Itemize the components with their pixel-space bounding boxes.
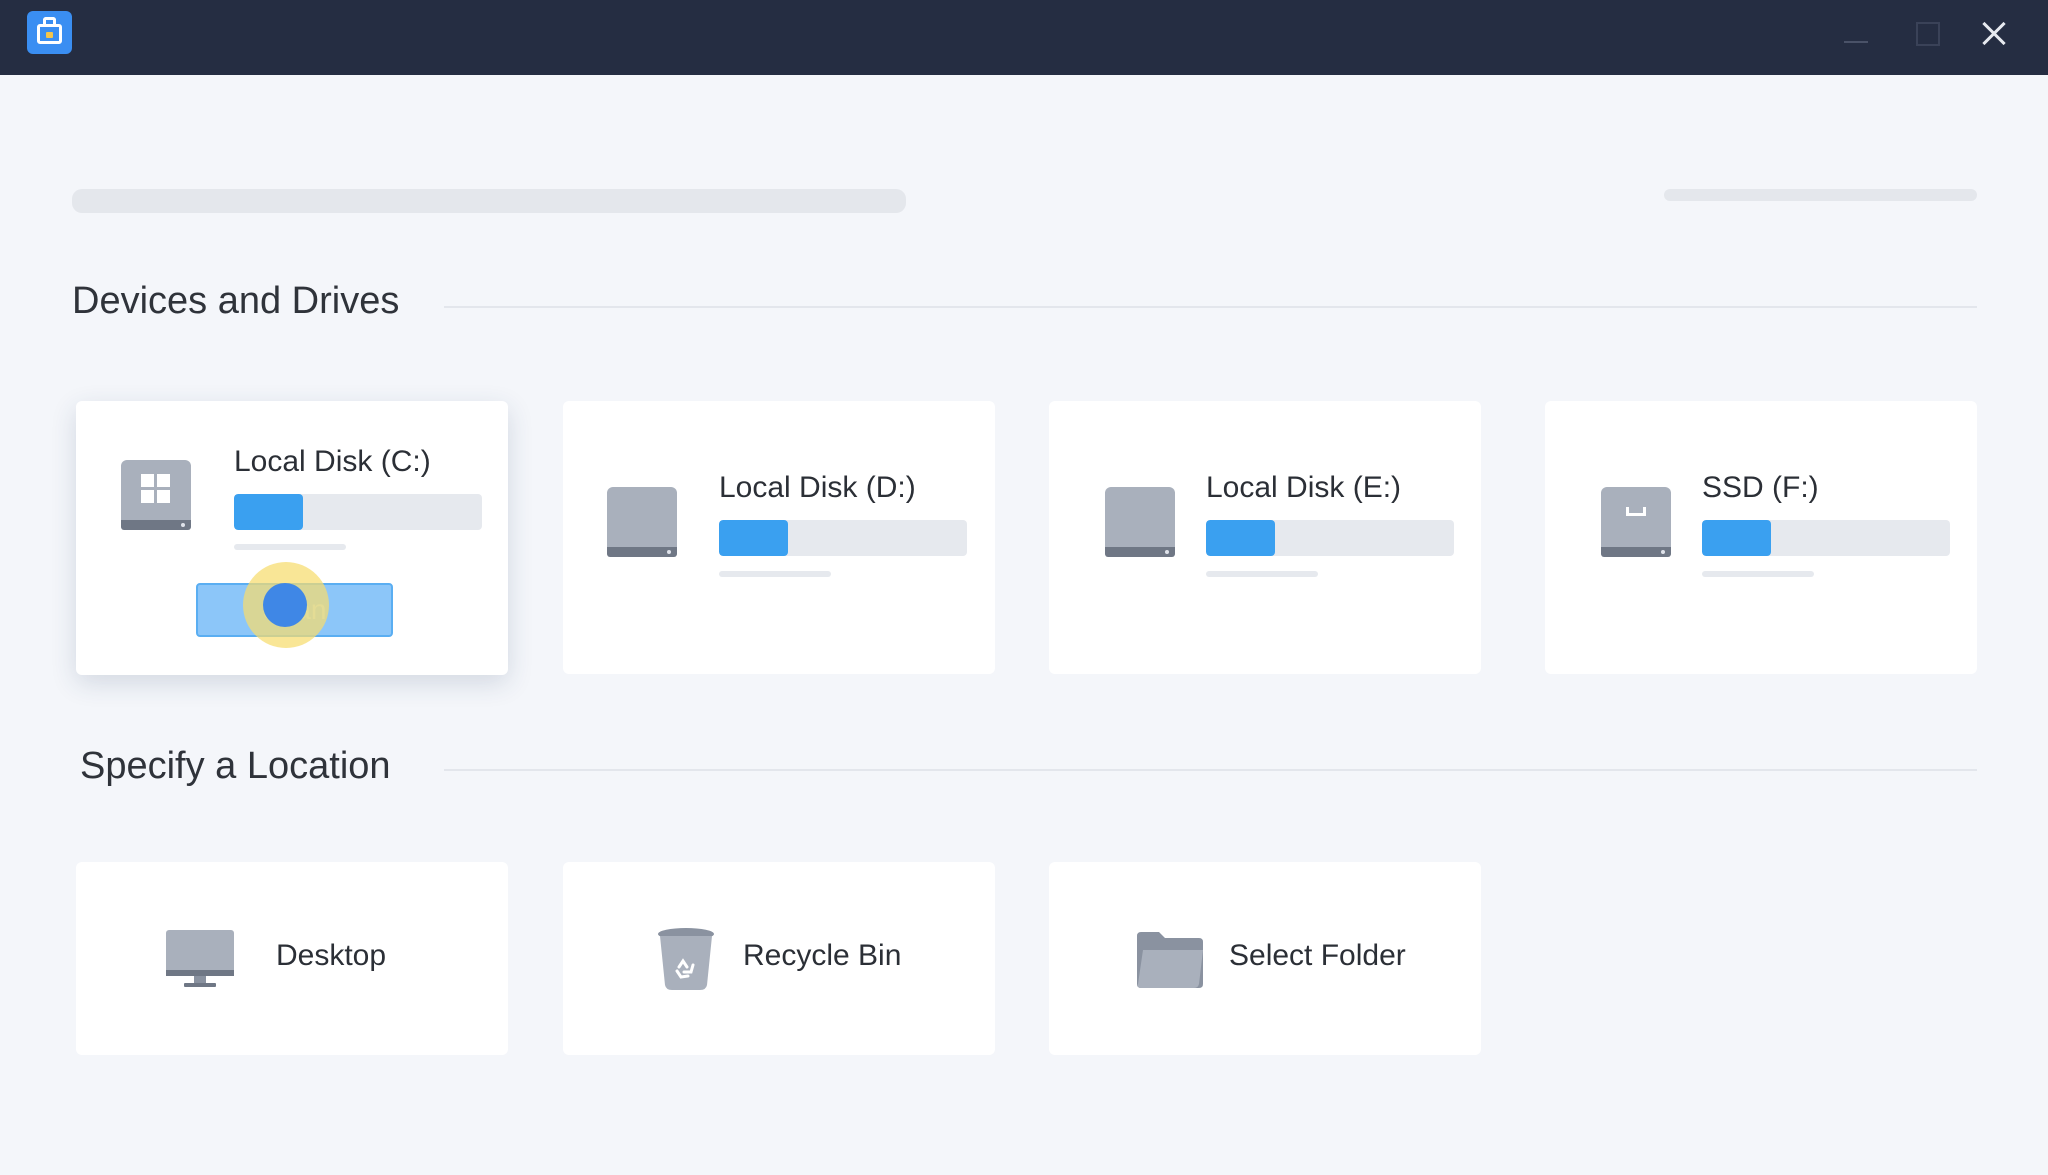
drive-name: SSD (F:) bbox=[1702, 471, 1819, 504]
drive-card-f[interactable]: SSD (F:) bbox=[1545, 401, 1977, 674]
usage-bar bbox=[1206, 520, 1454, 556]
drive-name: Local Disk (D:) bbox=[719, 471, 916, 504]
section-divider bbox=[444, 769, 1977, 771]
title-bar bbox=[0, 0, 2048, 75]
usage-bar-fill bbox=[234, 494, 304, 530]
toolbox-icon bbox=[27, 11, 72, 54]
maximize-button[interactable] bbox=[1903, 14, 1947, 54]
recycle-bin-icon bbox=[658, 928, 714, 990]
drive-name: Local Disk (C:) bbox=[234, 445, 431, 478]
ssd-icon bbox=[1601, 487, 1671, 557]
usage-caption-placeholder bbox=[1702, 571, 1814, 577]
usage-caption-placeholder bbox=[719, 571, 831, 577]
usage-bar bbox=[1702, 520, 1950, 556]
windows-disk-icon bbox=[121, 460, 191, 530]
usage-bar bbox=[234, 494, 482, 530]
loading-placeholder-right bbox=[1664, 189, 1977, 201]
drive-card-e[interactable]: Local Disk (E:) bbox=[1049, 401, 1481, 674]
cursor-icon bbox=[263, 583, 307, 627]
location-card-recycle-bin[interactable]: Recycle Bin bbox=[563, 862, 995, 1055]
drive-card-d[interactable]: Local Disk (D:) bbox=[563, 401, 995, 674]
monitor-icon bbox=[166, 930, 234, 987]
usage-bar bbox=[719, 520, 967, 556]
usage-bar-fill bbox=[1702, 520, 1772, 556]
location-card-select-folder[interactable]: Select Folder bbox=[1049, 862, 1481, 1055]
devices-section-title: Devices and Drives bbox=[72, 280, 400, 322]
loading-placeholder-left bbox=[72, 189, 906, 213]
usage-caption-placeholder bbox=[1206, 571, 1318, 577]
drive-name: Local Disk (E:) bbox=[1206, 471, 1402, 504]
folder-icon bbox=[1137, 932, 1203, 988]
location-card-desktop[interactable]: Desktop bbox=[76, 862, 508, 1055]
usage-caption-placeholder bbox=[234, 544, 346, 550]
usage-bar-fill bbox=[719, 520, 789, 556]
location-section-title: Specify a Location bbox=[80, 745, 391, 787]
location-label: Recycle Bin bbox=[743, 939, 902, 972]
close-button[interactable] bbox=[1973, 14, 2017, 54]
usage-bar-fill bbox=[1206, 520, 1276, 556]
section-divider bbox=[444, 306, 1977, 308]
location-label: Select Folder bbox=[1229, 939, 1406, 972]
hard-disk-icon bbox=[1105, 487, 1175, 557]
minimize-button[interactable] bbox=[1834, 14, 1878, 54]
hard-disk-icon bbox=[607, 487, 677, 557]
location-label: Desktop bbox=[276, 939, 387, 972]
